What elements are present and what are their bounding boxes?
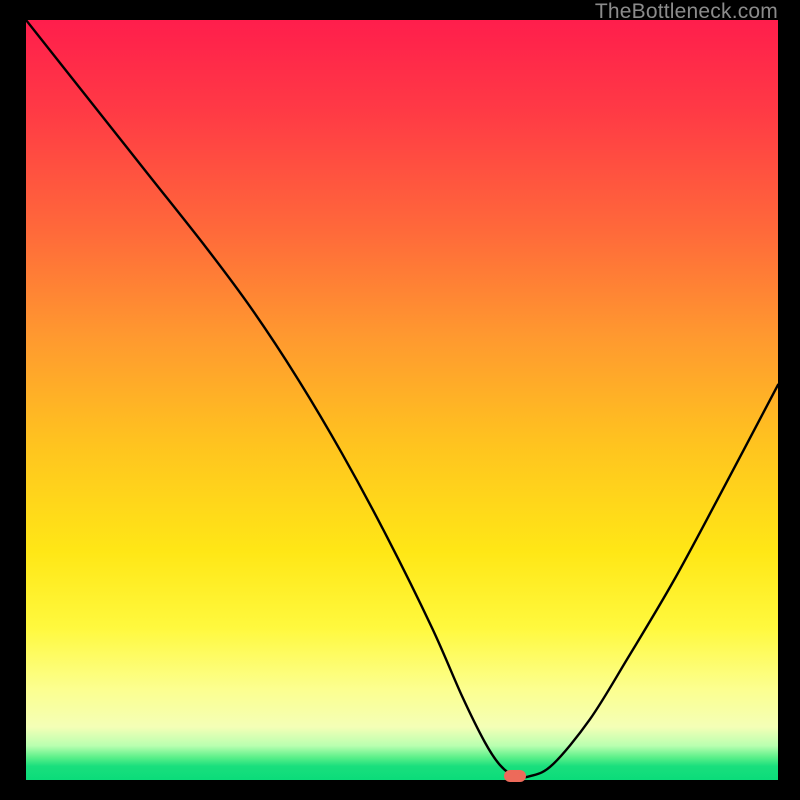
bottleneck-curve bbox=[26, 20, 778, 778]
minimum-marker bbox=[504, 770, 526, 782]
plot-area bbox=[26, 20, 778, 780]
curve-svg bbox=[26, 20, 778, 780]
chart-frame: TheBottleneck.com bbox=[0, 0, 800, 800]
watermark-text: TheBottleneck.com bbox=[595, 0, 778, 24]
